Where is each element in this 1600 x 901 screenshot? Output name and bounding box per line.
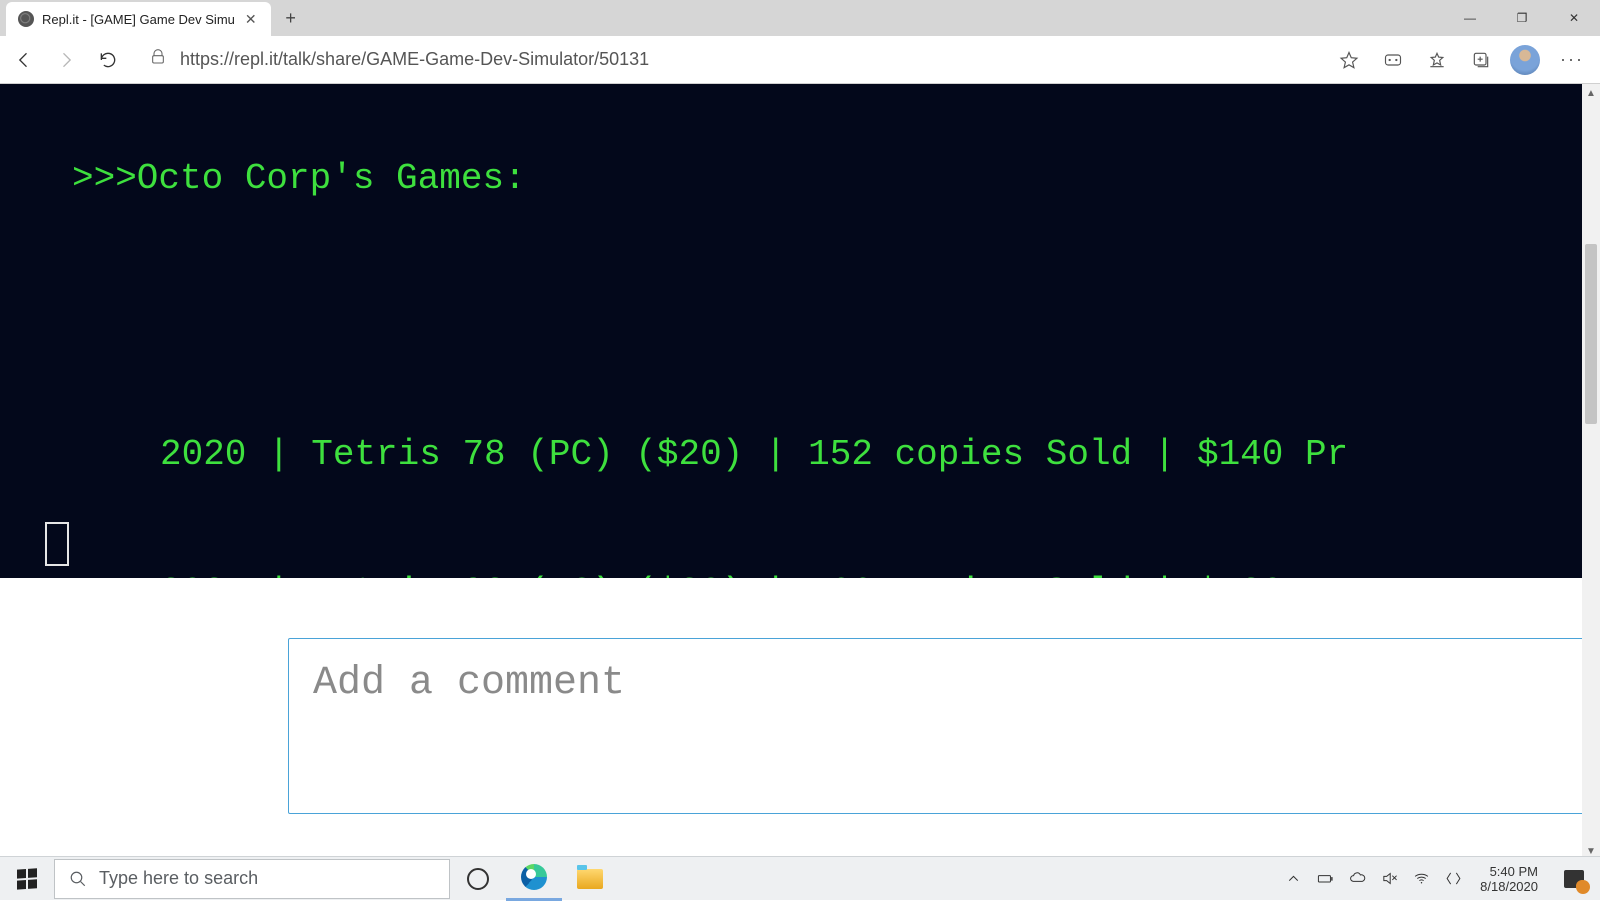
terminal-output[interactable]: >>>Octo Corp's Games: 2020 | Tetris 78 (…	[0, 84, 1582, 578]
browser-toolbar: https://repl.it/talk/share/GAME-Game-Dev…	[0, 36, 1600, 84]
terminal-line: 2020 | Tetris 78 (PC) ($20) | 152 copies…	[0, 432, 1348, 478]
folder-icon	[577, 869, 603, 889]
address-bar[interactable]: https://repl.it/talk/share/GAME-Game-Dev…	[136, 42, 1320, 78]
battery-icon[interactable]	[1316, 870, 1334, 888]
replit-favicon-icon	[18, 11, 34, 27]
page-viewport: >>>Octo Corp's Games: 2020 | Tetris 78 (…	[0, 84, 1600, 860]
volume-muted-icon[interactable]	[1380, 870, 1398, 888]
window-maximize-button[interactable]: ❐	[1496, 0, 1548, 36]
terminal-cursor-icon	[45, 522, 69, 566]
favorite-star-icon[interactable]	[1334, 45, 1364, 75]
cortana-icon	[467, 868, 489, 890]
vertical-scrollbar[interactable]: ▲ ▼	[1582, 84, 1600, 860]
wifi-icon[interactable]	[1412, 870, 1430, 888]
taskbar-search-placeholder: Type here to search	[99, 868, 258, 889]
system-tray: 5:40 PM 8/18/2020 2	[1276, 864, 1600, 894]
forward-button[interactable]	[52, 46, 80, 74]
terminal-line: 2021 | Tetris 92 (PC) ($20) | 166 copies…	[0, 570, 1348, 578]
tab-title: Repl.it - [GAME] Game Dev Simu	[42, 12, 235, 27]
edge-taskbar-button[interactable]	[506, 857, 562, 901]
clock-time: 5:40 PM	[1480, 864, 1538, 879]
url-text: https://repl.it/talk/share/GAME-Game-Dev…	[180, 49, 649, 70]
windows-taskbar: Type here to search 5:40 PM 8/18/2020 2	[0, 856, 1600, 900]
windows-logo-icon	[17, 868, 37, 889]
tray-chevron-up-icon[interactable]	[1284, 870, 1302, 888]
lock-icon	[150, 49, 166, 70]
refresh-button[interactable]	[94, 46, 122, 74]
scroll-up-icon[interactable]: ▲	[1582, 84, 1600, 102]
comment-input[interactable]	[288, 638, 1588, 814]
taskbar-search[interactable]: Type here to search	[54, 859, 450, 899]
tab-close-icon[interactable]: ✕	[243, 11, 259, 28]
collections-icon[interactable]	[1466, 45, 1496, 75]
window-close-button[interactable]: ✕	[1548, 0, 1600, 36]
terminal-header: >>>Octo Corp's Games:	[0, 156, 1348, 202]
back-button[interactable]	[10, 46, 38, 74]
window-titlebar: Repl.it - [GAME] Game Dev Simu ✕ + — ❐ ✕	[0, 0, 1600, 36]
favorites-list-icon[interactable]	[1422, 45, 1452, 75]
dev-settings-icon[interactable]	[1444, 870, 1462, 888]
taskbar-clock[interactable]: 5:40 PM 8/18/2020	[1476, 864, 1542, 894]
profile-avatar[interactable]	[1510, 45, 1540, 75]
notification-badge: 2	[1576, 880, 1590, 894]
new-tab-button[interactable]: +	[277, 4, 305, 32]
settings-menu-button[interactable]: ···	[1554, 49, 1590, 70]
action-center-button[interactable]: 2	[1564, 870, 1584, 888]
cortana-button[interactable]	[450, 857, 506, 901]
window-minimize-button[interactable]: —	[1444, 0, 1496, 36]
clock-date: 8/18/2020	[1480, 879, 1538, 894]
scroll-thumb[interactable]	[1585, 244, 1597, 424]
edge-icon	[521, 864, 547, 890]
media-icon[interactable]	[1378, 45, 1408, 75]
search-icon	[69, 870, 87, 888]
onedrive-icon[interactable]	[1348, 870, 1366, 888]
browser-tab[interactable]: Repl.it - [GAME] Game Dev Simu ✕	[6, 2, 271, 36]
file-explorer-button[interactable]	[562, 857, 618, 901]
start-button[interactable]	[0, 857, 54, 901]
